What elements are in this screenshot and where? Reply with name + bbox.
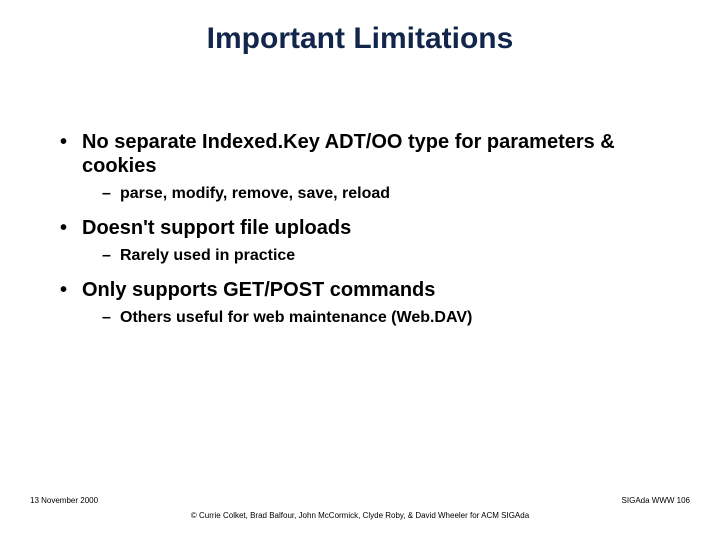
bullet-subtext: parse, modify, remove, save, reload: [120, 184, 390, 204]
slide-title: Important Limitations: [0, 22, 720, 56]
bullet-text: No separate Indexed.Key ADT/OO type for …: [82, 130, 670, 178]
slide-footer: 13 November 2000 SIGAda WWW 106 © Currie…: [30, 496, 690, 520]
bullet-dot-icon: •: [60, 216, 82, 240]
bullet-text: Only supports GET/POST commands: [82, 278, 435, 302]
footer-credit: © Currie Colket, Brad Balfour, John McCo…: [30, 511, 690, 520]
footer-date: 13 November 2000: [30, 496, 98, 505]
bullet-level2: – parse, modify, remove, save, reload: [102, 184, 670, 204]
footer-row: 13 November 2000 SIGAda WWW 106: [30, 496, 690, 505]
bullet-level1: • Only supports GET/POST commands: [60, 278, 670, 302]
bullet-text: Doesn't support file uploads: [82, 216, 351, 240]
bullet-level2: – Others useful for web maintenance (Web…: [102, 308, 670, 328]
bullet-dot-icon: •: [60, 130, 82, 154]
footer-page: SIGAda WWW 106: [622, 496, 690, 505]
bullet-subtext: Rarely used in practice: [120, 246, 295, 266]
bullet-dot-icon: •: [60, 278, 82, 302]
bullet-subtext: Others useful for web maintenance (Web.D…: [120, 308, 472, 328]
bullet-level1: • Doesn't support file uploads: [60, 216, 670, 240]
bullet-dash-icon: –: [102, 308, 120, 328]
bullet-dash-icon: –: [102, 246, 120, 266]
bullet-level2: – Rarely used in practice: [102, 246, 670, 266]
bullet-dash-icon: –: [102, 184, 120, 204]
slide-body: • No separate Indexed.Key ADT/OO type fo…: [60, 130, 670, 340]
bullet-level1: • No separate Indexed.Key ADT/OO type fo…: [60, 130, 670, 178]
slide: Important Limitations • No separate Inde…: [0, 0, 720, 540]
